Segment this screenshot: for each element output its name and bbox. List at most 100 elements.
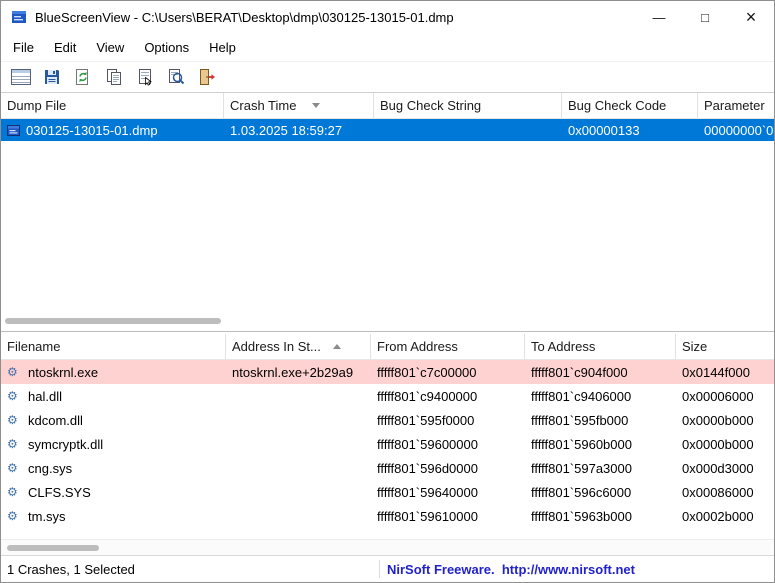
report-button[interactable]	[9, 65, 33, 89]
filename-cell: ⚙ ntoskrnl.exe	[1, 365, 226, 380]
lower-scrollbar-thumb[interactable]	[7, 545, 99, 551]
save-button[interactable]	[40, 65, 64, 89]
from-address-cell: fffff801`595f0000	[377, 412, 475, 428]
menu-bar: File Edit View Options Help	[1, 33, 774, 61]
column-header-to-address[interactable]: To Address	[525, 334, 676, 359]
table-row[interactable]: ⚙ cng.sys fffff801`596d0000 fffff801`597a…	[1, 456, 774, 480]
upper-scrollbar-thumb[interactable]	[5, 318, 221, 324]
table-row[interactable]: ⚙ tm.sys fffff801`59610000 fffff801`5963b…	[1, 504, 774, 528]
dump-file-icon	[7, 124, 20, 137]
table-row[interactable]: ⚙ CLFS.SYS fffff801`59640000 fffff801`596…	[1, 480, 774, 504]
crash-time-cell: 1.03.2025 18:59:27	[230, 122, 343, 138]
to-address-cell: fffff801`5963b000	[531, 508, 632, 524]
bug-check-code-cell: 0x00000133	[568, 122, 640, 138]
size-cell: 0x000d3000	[682, 460, 754, 476]
column-header-size[interactable]: Size	[676, 334, 774, 359]
splitter-line	[1, 331, 774, 332]
driver-icon: ⚙	[7, 389, 18, 403]
to-address-cell: fffff801`c904f000	[531, 364, 628, 380]
dump-file-name: 030125-13015-01.dmp	[26, 122, 158, 138]
sort-descending-icon	[312, 103, 321, 108]
copy-button[interactable]	[102, 65, 126, 89]
table-row[interactable]: ⚙ ntoskrnl.exe ntoskrnl.exe+2b29a9 fffff8…	[1, 360, 774, 384]
size-cell: 0x0000b000	[682, 436, 754, 452]
menu-view[interactable]: View	[86, 35, 134, 60]
column-label: Crash Time	[230, 98, 297, 113]
to-address-cell: fffff801`595fb000	[531, 412, 629, 428]
nirsoft-link[interactable]: NirSoft Freeware. http://www.nirsoft.net	[387, 562, 635, 577]
sort-ascending-icon	[332, 344, 341, 349]
column-label: Dump File	[7, 98, 67, 113]
dump-file-cell: 030125-13015-01.dmp	[1, 123, 224, 138]
maximize-button[interactable]: □	[682, 1, 728, 33]
column-label: Address In St...	[232, 339, 321, 354]
driver-icon: ⚙	[7, 509, 18, 523]
crash-list-empty-area	[1, 141, 774, 313]
column-header-from-address[interactable]: From Address	[371, 334, 525, 359]
driver-icon: ⚙	[7, 365, 18, 379]
menu-help[interactable]: Help	[199, 35, 246, 60]
from-address-cell: fffff801`59610000	[377, 508, 478, 524]
refresh-button[interactable]	[71, 65, 95, 89]
minimize-button[interactable]: —	[636, 1, 682, 33]
menu-options[interactable]: Options	[134, 35, 199, 60]
column-header-bug-check-code[interactable]: Bug Check Code	[562, 93, 698, 118]
filename: symcryptk.dll	[28, 436, 104, 452]
lower-horizontal-scrollbar[interactable]	[1, 539, 774, 555]
filename: ntoskrnl.exe	[28, 364, 99, 380]
column-header-address-in-stack[interactable]: Address In St...	[226, 334, 371, 359]
title-bar: BlueScreenView - C:\Users\BERAT\Desktop\…	[1, 1, 774, 33]
filename: kdcom.dll	[28, 412, 83, 428]
driver-list-empty-area	[1, 528, 774, 539]
column-header-crash-time[interactable]: Crash Time	[224, 93, 374, 118]
menu-edit[interactable]: Edit	[44, 35, 86, 60]
toolbar	[1, 61, 774, 93]
driver-icon: ⚙	[7, 437, 18, 451]
status-bar: 1 Crashes, 1 Selected NirSoft Freeware. …	[1, 555, 774, 582]
to-address-cell: fffff801`5960b000	[531, 436, 632, 452]
window-controls: — □ ×	[636, 1, 774, 33]
column-label: Bug Check String	[380, 98, 482, 113]
filename-cell: ⚙ hal.dll	[1, 389, 226, 404]
crash-row-selected[interactable]: 030125-13015-01.dmp 1.03.2025 18:59:27 0…	[1, 119, 774, 141]
to-address-cell: fffff801`596c6000	[531, 484, 632, 500]
column-header-bug-check-string[interactable]: Bug Check String	[374, 93, 562, 118]
app-icon	[11, 9, 27, 25]
from-address-cell: fffff801`596d0000	[377, 460, 478, 476]
table-row[interactable]: ⚙ symcryptk.dll fffff801`59600000 fffff80…	[1, 432, 774, 456]
from-address-cell: fffff801`59640000	[377, 484, 478, 500]
filename-cell: ⚙ cng.sys	[1, 461, 226, 476]
find-button[interactable]	[164, 65, 188, 89]
column-header-filename[interactable]: Filename	[1, 334, 226, 359]
driver-icon: ⚙	[7, 413, 18, 427]
filename-cell: ⚙ kdcom.dll	[1, 413, 226, 428]
filename-cell: ⚙ tm.sys	[1, 509, 226, 524]
menu-file[interactable]: File	[3, 35, 44, 60]
close-button[interactable]: ×	[728, 1, 774, 33]
crash-list-pane: Dump File Crash Time Bug Check String Bu…	[1, 93, 774, 329]
column-label: From Address	[377, 339, 458, 354]
parameter-cell: 00000000`0	[704, 122, 774, 138]
exit-button[interactable]	[195, 65, 219, 89]
driver-icon: ⚙	[7, 461, 18, 475]
to-address-cell: fffff801`597a3000	[531, 460, 632, 476]
filename: hal.dll	[28, 388, 62, 404]
crash-list-header: Dump File Crash Time Bug Check String Bu…	[1, 93, 774, 119]
column-header-dump-file[interactable]: Dump File	[1, 93, 224, 118]
table-row[interactable]: ⚙ kdcom.dll fffff801`595f0000 fffff801`59…	[1, 408, 774, 432]
driver-list-pane: Filename Address In St... From Address T…	[1, 334, 774, 555]
size-cell: 0x00006000	[682, 388, 754, 404]
column-header-parameter[interactable]: Parameter	[698, 93, 774, 118]
bluescreenview-window: BlueScreenView - C:\Users\BERAT\Desktop\…	[0, 0, 775, 583]
filename-cell: ⚙ CLFS.SYS	[1, 485, 226, 500]
column-label: To Address	[531, 339, 596, 354]
column-label: Size	[682, 339, 708, 354]
status-crash-count: 1 Crashes, 1 Selected	[7, 561, 135, 577]
size-cell: 0x00086000	[682, 484, 754, 500]
column-label: Filename	[7, 339, 61, 354]
upper-horizontal-scrollbar[interactable]	[1, 313, 774, 329]
properties-button[interactable]	[133, 65, 157, 89]
window-title: BlueScreenView - C:\Users\BERAT\Desktop\…	[35, 9, 454, 25]
table-row[interactable]: ⚙ hal.dll fffff801`c9400000 fffff801`c940…	[1, 384, 774, 408]
filename: tm.sys	[28, 508, 66, 524]
